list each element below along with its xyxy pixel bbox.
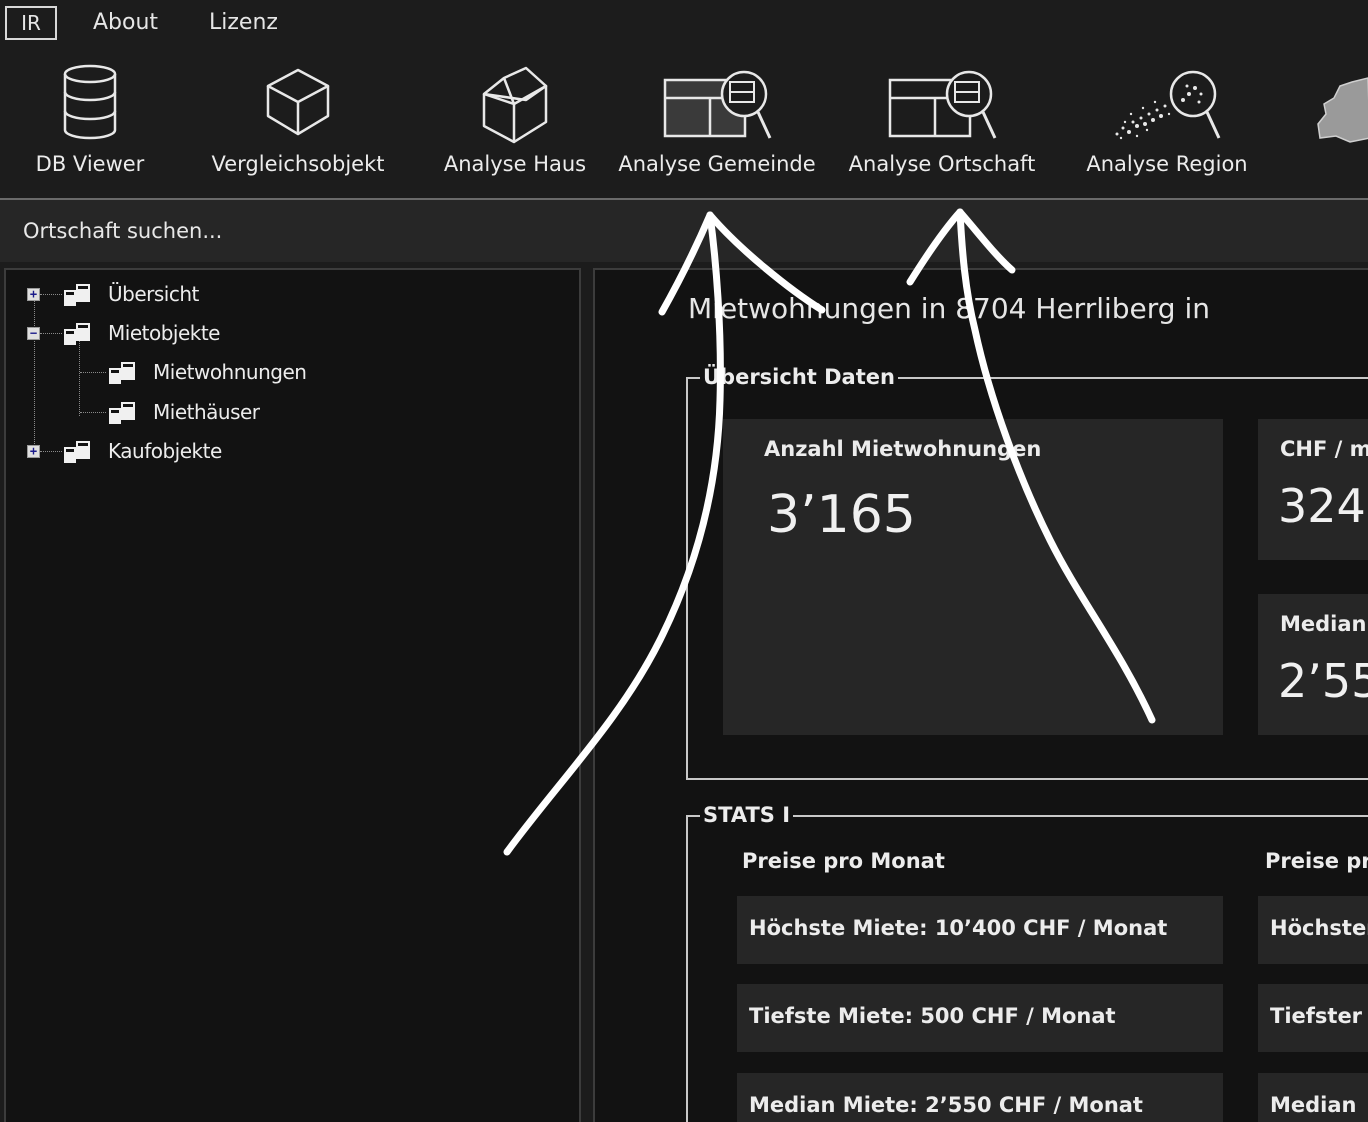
ribbon-toolbar: DB Viewer Vergleichsobjekt Analyse Haus …: [0, 48, 1368, 200]
analyse-haus-button[interactable]: Analyse Haus: [440, 48, 590, 196]
map-magnifier-icon: [663, 70, 772, 139]
tree-label: Kaufobjekte: [108, 439, 222, 463]
dataset-icon: [109, 362, 135, 384]
analyse-haus-label: Analyse Haus: [443, 152, 587, 176]
stat-text: Höchste Miete: 10’400 CHF / Monat: [749, 916, 1168, 940]
card-label: Median: [1280, 612, 1367, 636]
tree-collapse-toggle[interactable]: −: [27, 327, 40, 340]
tree-node-mietwohnungen[interactable]: Mietwohnungen: [6, 358, 406, 388]
search-bar: [0, 200, 1368, 262]
stats-group-legend: STATS I: [700, 802, 794, 828]
tree-label: Mietwohnungen: [153, 360, 307, 384]
dataset-icon: [64, 323, 90, 345]
tree-node-kaufobjekte[interactable]: + Kaufobjekte: [6, 437, 406, 467]
tree-node-mietobjekte[interactable]: − Mietobjekte: [6, 319, 406, 349]
navigation-tree: + Übersicht − Mietobjekte Mietwohnungen: [4, 268, 581, 1122]
stat-row: Höchste Miete: 10’400 CHF / Monat: [737, 896, 1223, 964]
stat-row: Tiefste Miete: 500 CHF / Monat: [737, 984, 1223, 1052]
switzerland-map-icon: [1317, 77, 1368, 143]
page-title: Mietwohnungen in 8704 Herrliberg in: [688, 292, 1210, 325]
stat-text: Tiefste Miete: 500 CHF / Monat: [749, 1004, 1116, 1028]
tree-expand-toggle[interactable]: +: [27, 288, 40, 301]
card-value: 3240: [1278, 479, 1368, 533]
analyse-ortschaft-button[interactable]: Analyse Ortschaft: [842, 48, 1042, 196]
stat-row: Median Miete: 2’550 CHF / Monat: [737, 1073, 1223, 1122]
switzerland-map-button[interactable]: [1310, 48, 1368, 196]
stat-text: Tiefster: [1270, 1004, 1363, 1028]
db-viewer-label: DB Viewer: [35, 152, 145, 176]
anzahl-card: Anzahl Mietwohnungen 3’165: [723, 419, 1223, 735]
database-icon: [63, 64, 117, 140]
tree-label: Übersicht: [108, 282, 199, 306]
stat-text: Median: [1270, 1093, 1357, 1117]
median-card: Median 2’550: [1258, 594, 1368, 735]
map-magnifier-outline-icon: [888, 70, 997, 139]
chf-per-m-card: CHF / m 3240: [1258, 419, 1368, 560]
ortschaft-search-input[interactable]: [0, 200, 1368, 262]
tree-label: Mietobjekte: [108, 321, 220, 345]
dataset-icon: [109, 402, 135, 424]
analyse-region-button[interactable]: Analyse Region: [1082, 48, 1252, 196]
card-label: Anzahl Mietwohnungen: [764, 437, 1042, 461]
analyse-region-label: Analyse Region: [1086, 152, 1248, 176]
stat-row: Höchster: [1258, 896, 1368, 964]
stat-row: Median: [1258, 1073, 1368, 1122]
overview-group-legend: Übersicht Daten: [700, 364, 898, 390]
card-label: CHF / m: [1280, 437, 1368, 461]
stat-row: Tiefster: [1258, 984, 1368, 1052]
db-viewer-button[interactable]: DB Viewer: [20, 48, 160, 196]
stats-col1-heading: Preise pro Monat: [742, 849, 945, 873]
tree-expand-toggle[interactable]: +: [27, 445, 40, 458]
stat-text: Höchster: [1270, 916, 1368, 940]
menu-ir[interactable]: IR: [5, 6, 57, 40]
house-icon: [482, 66, 548, 144]
dataset-icon: [64, 284, 90, 306]
dataset-icon: [64, 441, 90, 463]
analyse-ortschaft-label: Analyse Ortschaft: [848, 152, 1036, 176]
vergleichsobjekt-button[interactable]: Vergleichsobjekt: [208, 48, 388, 196]
stat-text: Median Miete: 2’550 CHF / Monat: [749, 1093, 1143, 1117]
tree-node-miethaeuser[interactable]: Miethäuser: [6, 398, 406, 428]
tree-node-uebersicht[interactable]: + Übersicht: [6, 280, 406, 310]
menu-about[interactable]: About: [93, 8, 158, 38]
menu-lizenz[interactable]: Lizenz: [209, 8, 278, 38]
analyse-gemeinde-button[interactable]: Analyse Gemeinde: [612, 48, 822, 196]
stats-col2-heading: Preise pro: [1265, 849, 1368, 873]
card-value: 3’165: [767, 485, 916, 545]
cube-icon: [266, 68, 330, 136]
card-value: 2’550: [1278, 654, 1368, 708]
menu-bar: IR About Lizenz: [0, 0, 1368, 48]
analyse-gemeinde-label: Analyse Gemeinde: [618, 152, 816, 176]
app-window: IR About Lizenz DB Viewer Vergleichsobje…: [0, 0, 1368, 1122]
vergleichsobjekt-label: Vergleichsobjekt: [211, 152, 385, 176]
scatter-magnifier-icon: [1115, 70, 1221, 140]
tree-label: Miethäuser: [153, 400, 260, 424]
